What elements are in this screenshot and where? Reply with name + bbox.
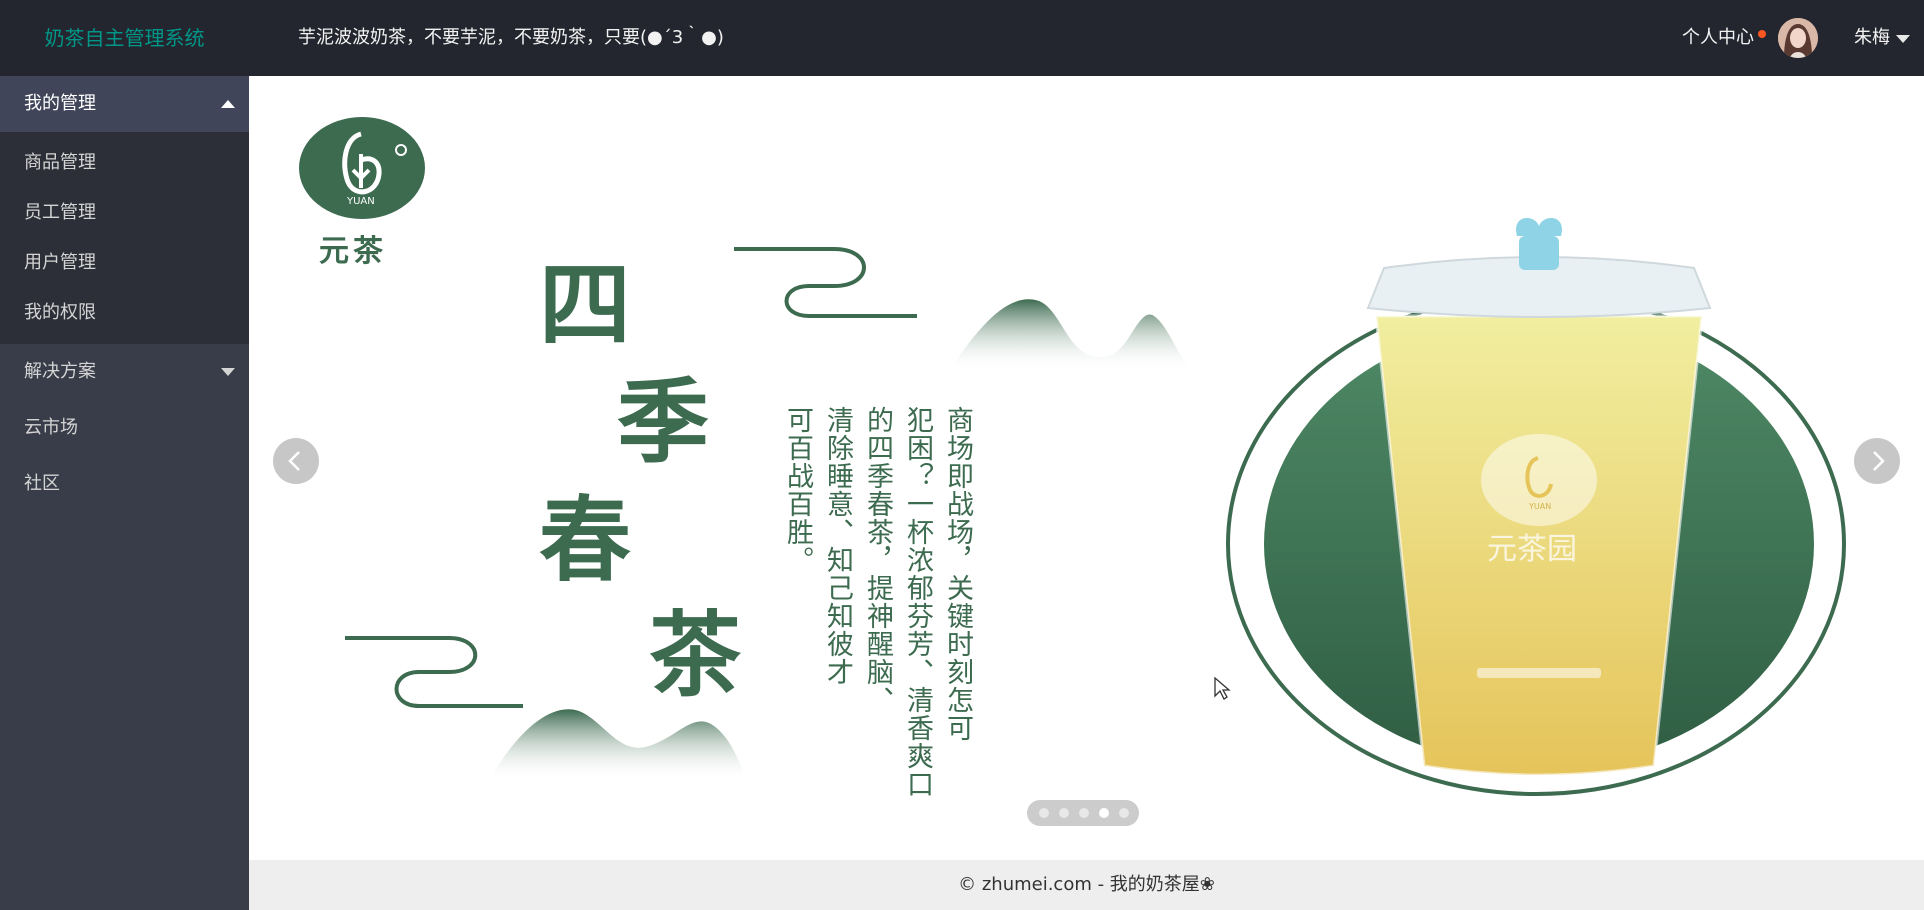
sidebar-item-community[interactable]: 社区 (0, 456, 249, 512)
carousel-dot-5[interactable] (1119, 808, 1129, 818)
chevron-left-icon (288, 451, 300, 471)
carousel-indicators (1027, 800, 1139, 826)
carousel-dot-1[interactable] (1039, 808, 1049, 818)
user-avatar[interactable] (1778, 18, 1818, 58)
slide-copy-line: 商场即战场，关键时刻怎可 (942, 406, 973, 742)
sidebar-item-cloud-market[interactable]: 云市场 (0, 400, 249, 456)
username-menu[interactable]: 朱梅 (1854, 0, 1890, 76)
menu-group-label: 解决方案 (24, 361, 96, 382)
carousel-dot-2[interactable] (1059, 808, 1069, 818)
sidebar-item-staff[interactable]: 员工管理 (0, 188, 249, 238)
page-footer: © zhumei.com - 我的奶茶屋❀ (249, 860, 1924, 910)
slide-copy-line: 清除睡意、知己知彼才 (822, 406, 853, 686)
menu-group-my-management[interactable]: 我的管理 (0, 76, 249, 132)
slide-title-char: 四 (539, 251, 632, 359)
header-slogan: 芋泥波波奶茶，不要芋泥，不要奶茶，只要(●´3｀●) (298, 27, 724, 48)
submenu-my-management: 商品管理 员工管理 用户管理 我的权限 (0, 132, 249, 344)
sidebar: 我的管理 商品管理 员工管理 用户管理 我的权限 解决方案 云市场 社区 (0, 76, 249, 910)
menu-group-label: 我的管理 (24, 93, 96, 114)
notification-dot (1758, 30, 1766, 38)
carousel: 元茶 四 季 春 茶 商场即战场，关键时刻怎可 犯困？一杯浓郁芬芳、清香爽口 的… (249, 76, 1924, 860)
mouse-cursor-icon (1214, 676, 1231, 700)
personal-center-label: 个人中心 (1682, 27, 1754, 48)
slide-copy-line: 可百战百胜。 (782, 406, 813, 574)
chevron-up-icon (221, 100, 235, 108)
slide-artwork (299, 117, 1846, 796)
tea-cup-image (1366, 217, 1712, 777)
carousel-prev-button[interactable] (273, 438, 319, 484)
slide-title-char: 春 (539, 486, 632, 594)
cup-brand-text: 元茶园 (1487, 532, 1577, 567)
menu-group-solutions[interactable]: 解决方案 (0, 344, 249, 400)
app-logo[interactable]: 奶茶自主管理系统 (0, 0, 249, 76)
sidebar-item-products[interactable]: 商品管理 (0, 138, 249, 188)
carousel-slide (249, 76, 1924, 860)
slide-title-char: 季 (617, 368, 710, 476)
sidebar-item-users[interactable]: 用户管理 (0, 238, 249, 288)
main-content: 元茶 四 季 春 茶 商场即战场，关键时刻怎可 犯困？一杯浓郁芬芳、清香爽口 的… (249, 76, 1924, 860)
cup-logo-caption: YUAN (1529, 502, 1552, 511)
personal-center-link[interactable]: 个人中心 (1682, 0, 1766, 76)
brand-name: 元茶 (319, 234, 387, 269)
chevron-down-icon (221, 368, 235, 376)
slide-copy-line: 的四季春茶，提神醒脑、 (862, 406, 893, 714)
chevron-down-icon[interactable] (1896, 35, 1910, 43)
top-header: 奶茶自主管理系统 芋泥波波奶茶，不要芋泥，不要奶茶，只要(●´3｀●) 个人中心… (0, 0, 1924, 76)
chevron-right-icon (1873, 451, 1885, 471)
logo-caption: YUAN (347, 196, 375, 207)
slide-title-char: 茶 (649, 601, 742, 709)
carousel-dot-3[interactable] (1079, 808, 1089, 818)
carousel-next-button[interactable] (1854, 438, 1900, 484)
slide-copy-line: 犯困？一杯浓郁芬芳、清香爽口 (902, 406, 933, 798)
sidebar-item-permissions[interactable]: 我的权限 (0, 288, 249, 338)
carousel-dot-4[interactable] (1099, 808, 1109, 818)
